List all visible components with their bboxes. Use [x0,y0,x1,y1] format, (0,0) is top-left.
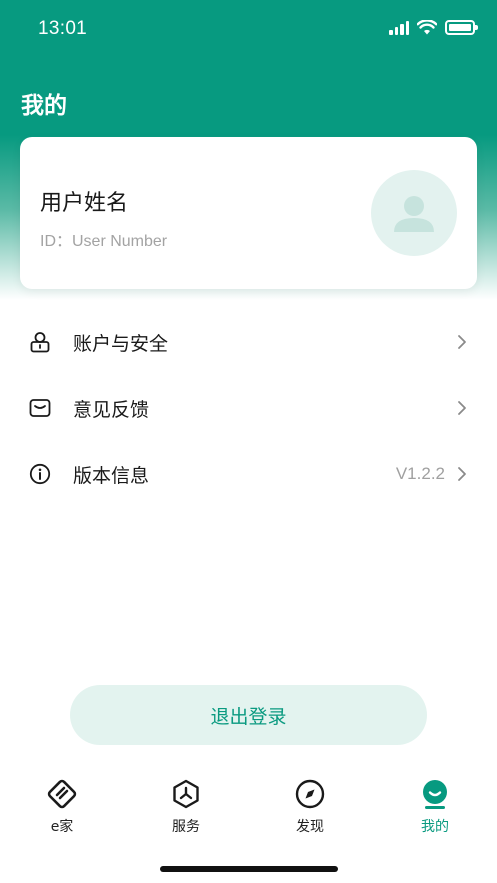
profile-card[interactable]: 用户姓名 ID：User Number [20,137,477,289]
menu-item-label: 账户与安全 [73,332,169,355]
tab-discover[interactable]: 发现 [270,778,350,836]
battery-icon [445,20,478,35]
compass-icon [294,778,326,810]
e-home-icon [46,778,78,810]
tab-e-home[interactable]: e家 [22,778,102,836]
tab-label: 服务 [172,819,200,835]
chevron-right-icon [457,465,469,483]
mail-icon [28,396,52,420]
tab-label: 发现 [296,819,324,835]
status-bar: 13:01 [0,0,497,60]
user-name: 用户姓名 [40,191,129,216]
wifi-icon [417,20,437,35]
menu-item-label: 版本信息 [73,464,150,487]
info-icon [28,462,52,486]
avatar-placeholder-icon [394,196,434,232]
tab-label: e家 [50,819,74,835]
status-time: 13:01 [38,18,88,39]
tab-mine[interactable]: 我的 [395,778,475,836]
chevron-right-icon [457,333,469,351]
logout-button[interactable]: 退出登录 [70,685,427,745]
menu-item-feedback[interactable]: 意见反馈 [0,375,497,441]
chevron-right-icon [457,399,469,417]
bottom-tab-bar: e家 服务 发现 我的 [0,770,497,850]
status-icons [389,20,478,35]
version-number: V1.2.2 [395,464,445,483]
tab-service[interactable]: 服务 [146,778,226,836]
menu-item-account-security[interactable]: 账户与安全 [0,309,497,375]
home-indicator [160,866,338,872]
page-title: 我的 [21,93,67,119]
tab-label: 我的 [421,819,449,835]
profile-tab-icon [419,778,451,810]
settings-menu: 账户与安全 意见反馈 版本信息 V1.2.2 [0,309,497,507]
cellular-signal-icon [389,20,409,35]
avatar[interactable] [371,170,457,256]
lock-icon [28,330,52,354]
menu-item-label: 意见反馈 [73,398,150,421]
user-id: ID：User Number [40,233,168,250]
menu-item-version-info[interactable]: 版本信息 V1.2.2 [0,441,497,507]
service-icon [170,778,202,810]
